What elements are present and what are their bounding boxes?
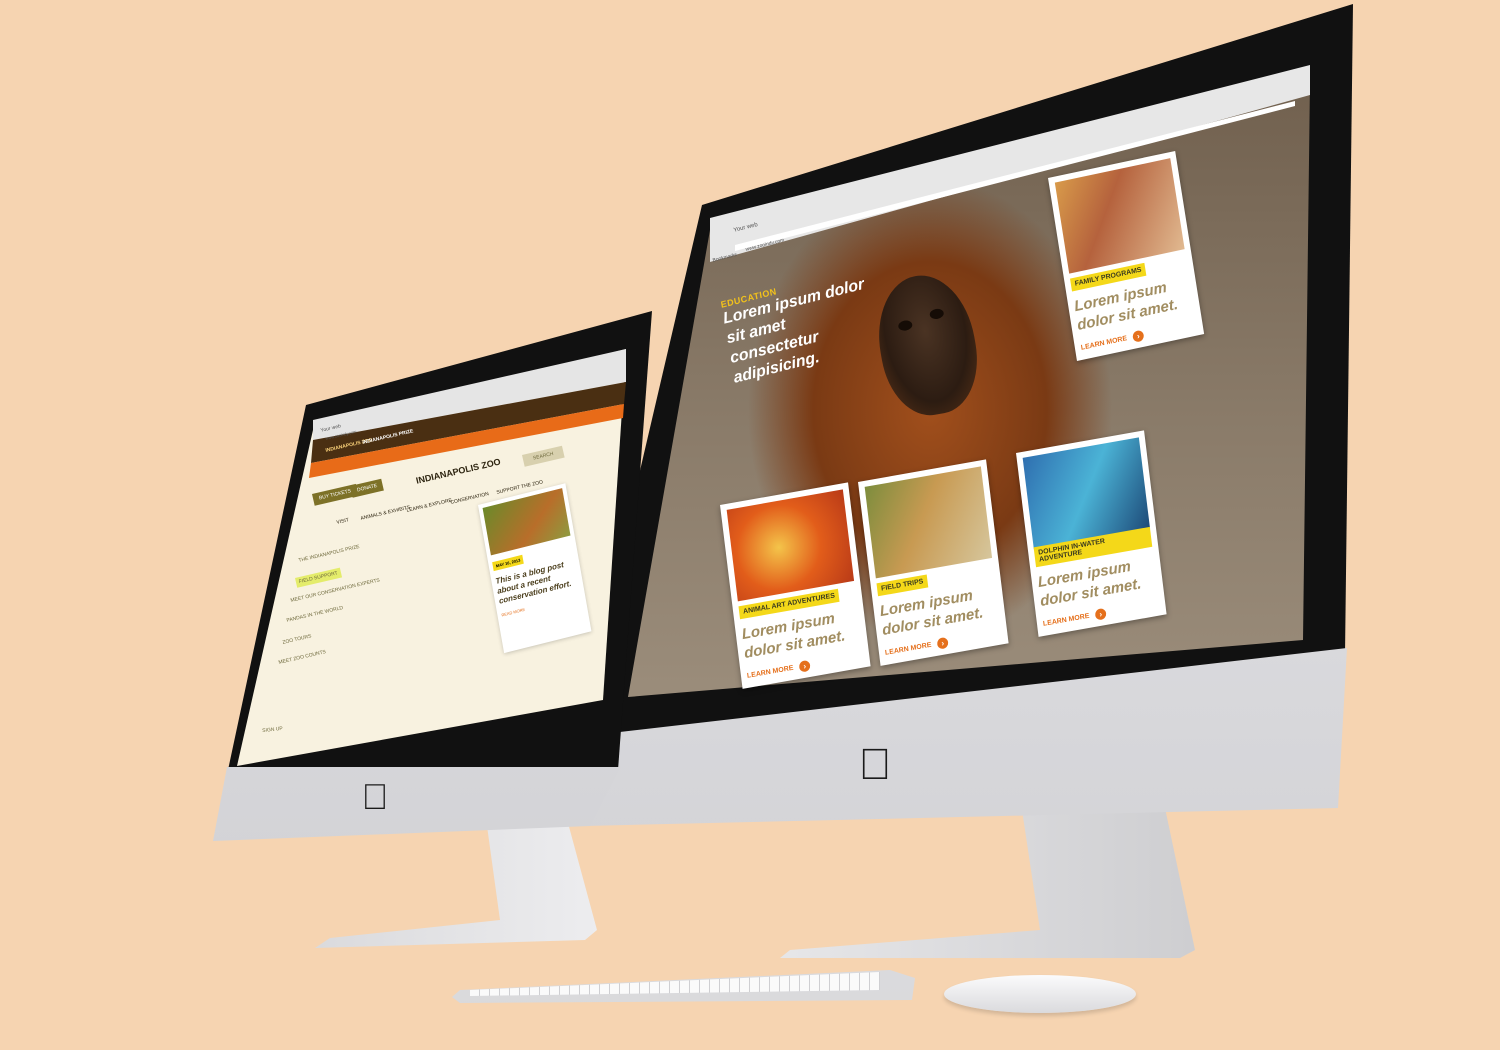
- card-dolphin-adventure[interactable]: DOLPHIN IN-WATER ADVENTURE Lorem ipsum d…: [1016, 430, 1167, 637]
- arrow-right-icon: ›: [1132, 329, 1145, 343]
- card-animal-art[interactable]: ANIMAL ART ADVENTURES Lorem ipsum dolor …: [720, 482, 871, 689]
- arrow-right-icon: ›: [936, 636, 949, 650]
- apple-logo-icon: : [355, 774, 395, 820]
- mouse: [944, 975, 1136, 1013]
- giraffe-photo: [864, 466, 993, 579]
- blog-date: MAY 16, 2013: [492, 554, 524, 572]
- arrow-right-icon: ›: [798, 659, 811, 673]
- face-paint-photo: [726, 489, 855, 602]
- card-field-trips[interactable]: FIELD TRIPS Lorem ipsum dolor sit amet. …: [858, 459, 1009, 666]
- arrow-right-icon: ›: [1094, 607, 1107, 621]
- apple-logo-icon: : [855, 742, 895, 788]
- card-tag: FIELD TRIPS: [876, 574, 929, 597]
- family-photo: [1054, 158, 1185, 274]
